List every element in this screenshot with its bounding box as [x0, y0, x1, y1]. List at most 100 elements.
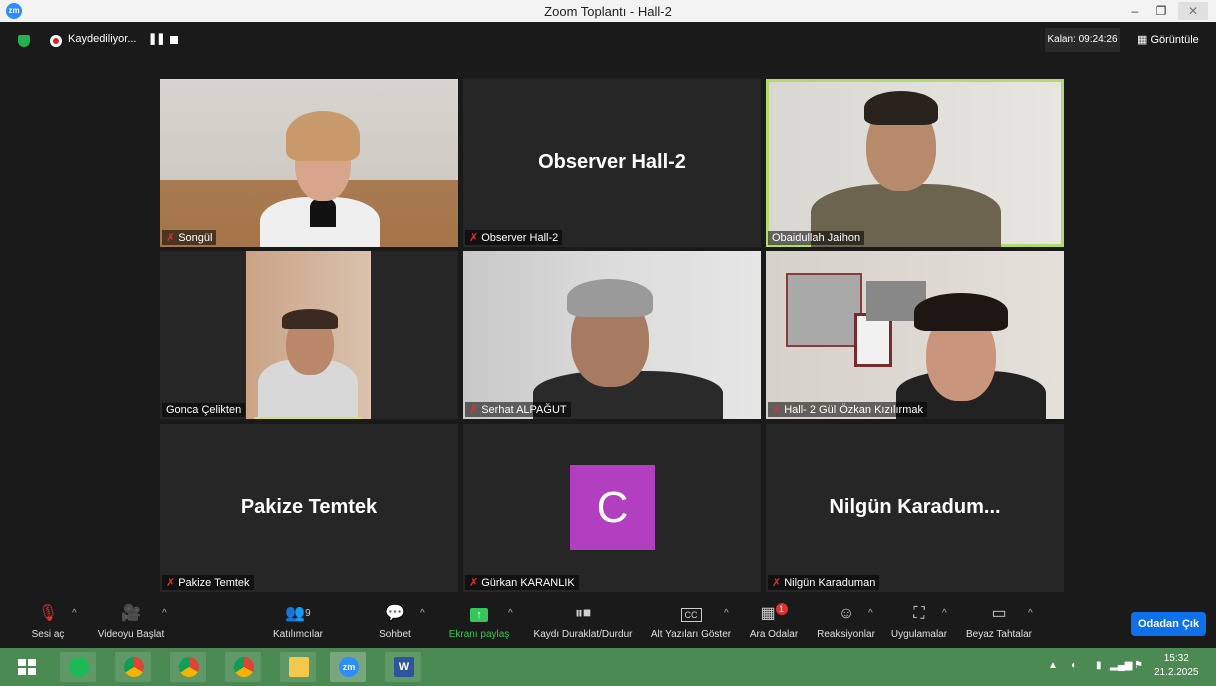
breakout-rooms-button[interactable]: ▦ 1 Ara Odalar [746, 603, 802, 640]
close-button[interactable]: ✕ [1178, 2, 1208, 20]
participant-name: Gürkan KARANLIK [481, 577, 575, 589]
folder-icon [289, 657, 309, 677]
muted-mic-icon: ✗ [469, 232, 479, 244]
share-options-caret-icon[interactable]: ^ [508, 608, 513, 619]
chat-label: Sohbet [379, 629, 411, 640]
participant-name: Serhat ALPAĞUT [481, 404, 567, 416]
muted-mic-icon: ✗ [166, 232, 176, 244]
muted-mic-icon: ✗ [772, 404, 782, 416]
share-screen-icon: ↑ [444, 603, 514, 625]
whiteboard-options-caret-icon[interactable]: ^ [1028, 608, 1033, 619]
muted-mic-icon: ✗ [166, 577, 176, 589]
video-tile-gul-ozkan-kizilirmak[interactable]: ✗ Hall- 2 Gül Özkan Kızılırmak [766, 251, 1064, 419]
participants-count: 9 [305, 608, 311, 619]
participant-display-name: Pakize Temtek [240, 496, 378, 518]
participants-button[interactable]: 👥9 Katılımcılar [268, 603, 328, 640]
show-captions-button[interactable]: CC Alt Yazıları Göster [648, 603, 734, 640]
taskbar-chrome-profile-2[interactable] [170, 652, 206, 682]
taskbar-file-explorer[interactable] [280, 652, 316, 682]
window-titlebar: zm Zoom Toplantı - Hall-2 – ❐ ✕ [0, 0, 1216, 23]
taskbar-word[interactable]: W [385, 652, 421, 682]
muted-microphone-icon: 🎙 [37, 605, 59, 622]
view-button[interactable]: ▦ Görüntüle [1137, 33, 1199, 46]
reactions-label: Reaksiyonlar [817, 629, 875, 640]
video-tile-serhat-alpagut[interactable]: ✗ Serhat ALPAĞUT [463, 251, 761, 419]
speaking-indicator [254, 417, 362, 419]
avatar: C [570, 465, 655, 550]
share-screen-label: Ekranı paylaş [448, 629, 510, 640]
reactions-options-caret-icon[interactable]: ^ [868, 608, 873, 619]
participant-name: Observer Hall-2 [481, 232, 559, 244]
video-tile-gurkan-karanlik[interactable]: C ✗ Gürkan KARANLIK [463, 424, 761, 592]
name-tag: ✗ Hall- 2 Gül Özkan Kızılırmak [768, 402, 927, 417]
audio-options-caret-icon[interactable]: ^ [72, 608, 77, 619]
battery-icon[interactable]: ▮ [1096, 660, 1102, 671]
name-tag: ✗ Serhat ALPAĞUT [465, 402, 571, 417]
recording-controls-icon: ⏸⏹ [574, 605, 591, 622]
notification-flag-icon[interactable]: ⚑ [1134, 660, 1143, 671]
windows-logo-icon [18, 668, 26, 675]
participant-name: Pakize Temtek [178, 577, 250, 589]
security-shield-icon[interactable] [18, 35, 30, 47]
muted-mic-icon: ✗ [469, 577, 479, 589]
tray-overflow-icon[interactable]: ▲ [1048, 660, 1058, 671]
volume-icon[interactable]: ◖ [1070, 660, 1076, 671]
leave-room-button[interactable]: Odadan Çık [1131, 612, 1206, 636]
taskbar-spotify[interactable] [60, 652, 96, 682]
share-screen-button[interactable]: ↑ Ekranı paylaş [444, 603, 514, 640]
maximize-button[interactable]: ❐ [1146, 2, 1176, 20]
video-tile-observer-hall-2[interactable]: Observer Hall-2 ✗ Observer Hall-2 [463, 79, 761, 247]
windows-logo-icon [18, 659, 26, 666]
breakout-rooms-icon: ▦ 1 [746, 603, 802, 625]
wifi-icon[interactable]: ▂▄▆ [1110, 660, 1132, 671]
captions-options-caret-icon[interactable]: ^ [724, 608, 729, 619]
video-options-caret-icon[interactable]: ^ [162, 608, 167, 619]
participant-display-name: Observer Hall-2 [538, 151, 686, 173]
taskbar-zoom[interactable]: zm [330, 652, 366, 682]
start-video-label: Videoyu Başlat [97, 629, 165, 640]
stop-recording-icon[interactable] [170, 36, 178, 44]
spotify-icon [69, 657, 89, 677]
name-tag: ✗ Observer Hall-2 [465, 230, 563, 245]
video-tile-songul[interactable]: ✗ Songül [160, 79, 458, 247]
video-tile-gonca-celikten[interactable]: Gonca Çelikten [160, 251, 458, 419]
bulletin-board [786, 273, 862, 347]
chat-button[interactable]: 💬 Sohbet [374, 603, 416, 640]
unmute-button[interactable]: 🎙 Sesi aç [28, 603, 68, 640]
participants-label: Katılımcılar [272, 629, 323, 640]
window-title: Zoom Toplantı - Hall-2 [544, 4, 672, 19]
start-video-button[interactable]: 🎥 Videoyu Başlat [92, 603, 170, 640]
participant-video [246, 251, 371, 419]
participant-hair [567, 279, 653, 317]
zoom-icon: zm [339, 657, 359, 677]
recording-icon [50, 35, 62, 47]
participant-name: Songül [178, 232, 213, 244]
chat-options-caret-icon[interactable]: ^ [420, 608, 425, 619]
chat-bubble-icon: 💬 [385, 605, 405, 622]
taskbar-clock[interactable]: 15:32 21.2.2025 [1154, 652, 1199, 680]
video-tile-pakize-temtek[interactable]: Pakize Temtek ✗ Pakize Temtek [160, 424, 458, 592]
grid-icon: ▦ [1137, 34, 1148, 46]
taskbar-chrome-profile-3[interactable] [225, 652, 261, 682]
name-tag: ✗ Pakize Temtek [162, 575, 254, 590]
breakout-badge: 1 [775, 603, 788, 615]
name-tag: ✗ Nilgün Karaduman [768, 575, 880, 590]
windows-logo-icon [28, 659, 36, 666]
participant-name: Nilgün Karaduman [784, 577, 876, 589]
recording-controls-label: Kaydı Duraklat/Durdur [533, 629, 633, 640]
windows-start-button[interactable] [10, 652, 46, 682]
pause-stop-recording-button[interactable]: ⏸⏹ Kaydı Duraklat/Durdur [526, 603, 640, 640]
video-tile-obaidullah-jaihon[interactable]: Obaidullah Jaihon [766, 79, 1064, 247]
taskbar-chrome[interactable] [115, 652, 151, 682]
whiteboards-button[interactable]: ▭ Beyaz Tahtalar [962, 603, 1036, 640]
chrome-profile-icon [234, 657, 254, 677]
video-off-icon: 🎥 [121, 605, 141, 622]
participant-display-name: Nilgün Karadum... [829, 496, 1001, 518]
pause-recording-icon[interactable]: ❚❚ [148, 32, 165, 45]
windows-logo-icon [28, 668, 36, 675]
apps-options-caret-icon[interactable]: ^ [942, 608, 947, 619]
participant-name: Hall- 2 Gül Özkan Kızılırmak [784, 404, 923, 416]
unmute-label: Sesi aç [31, 629, 65, 640]
video-tile-nilgun-karaduman[interactable]: Nilgün Karadum... ✗ Nilgün Karaduman [766, 424, 1064, 592]
clock-time: 15:32 [1163, 653, 1189, 664]
